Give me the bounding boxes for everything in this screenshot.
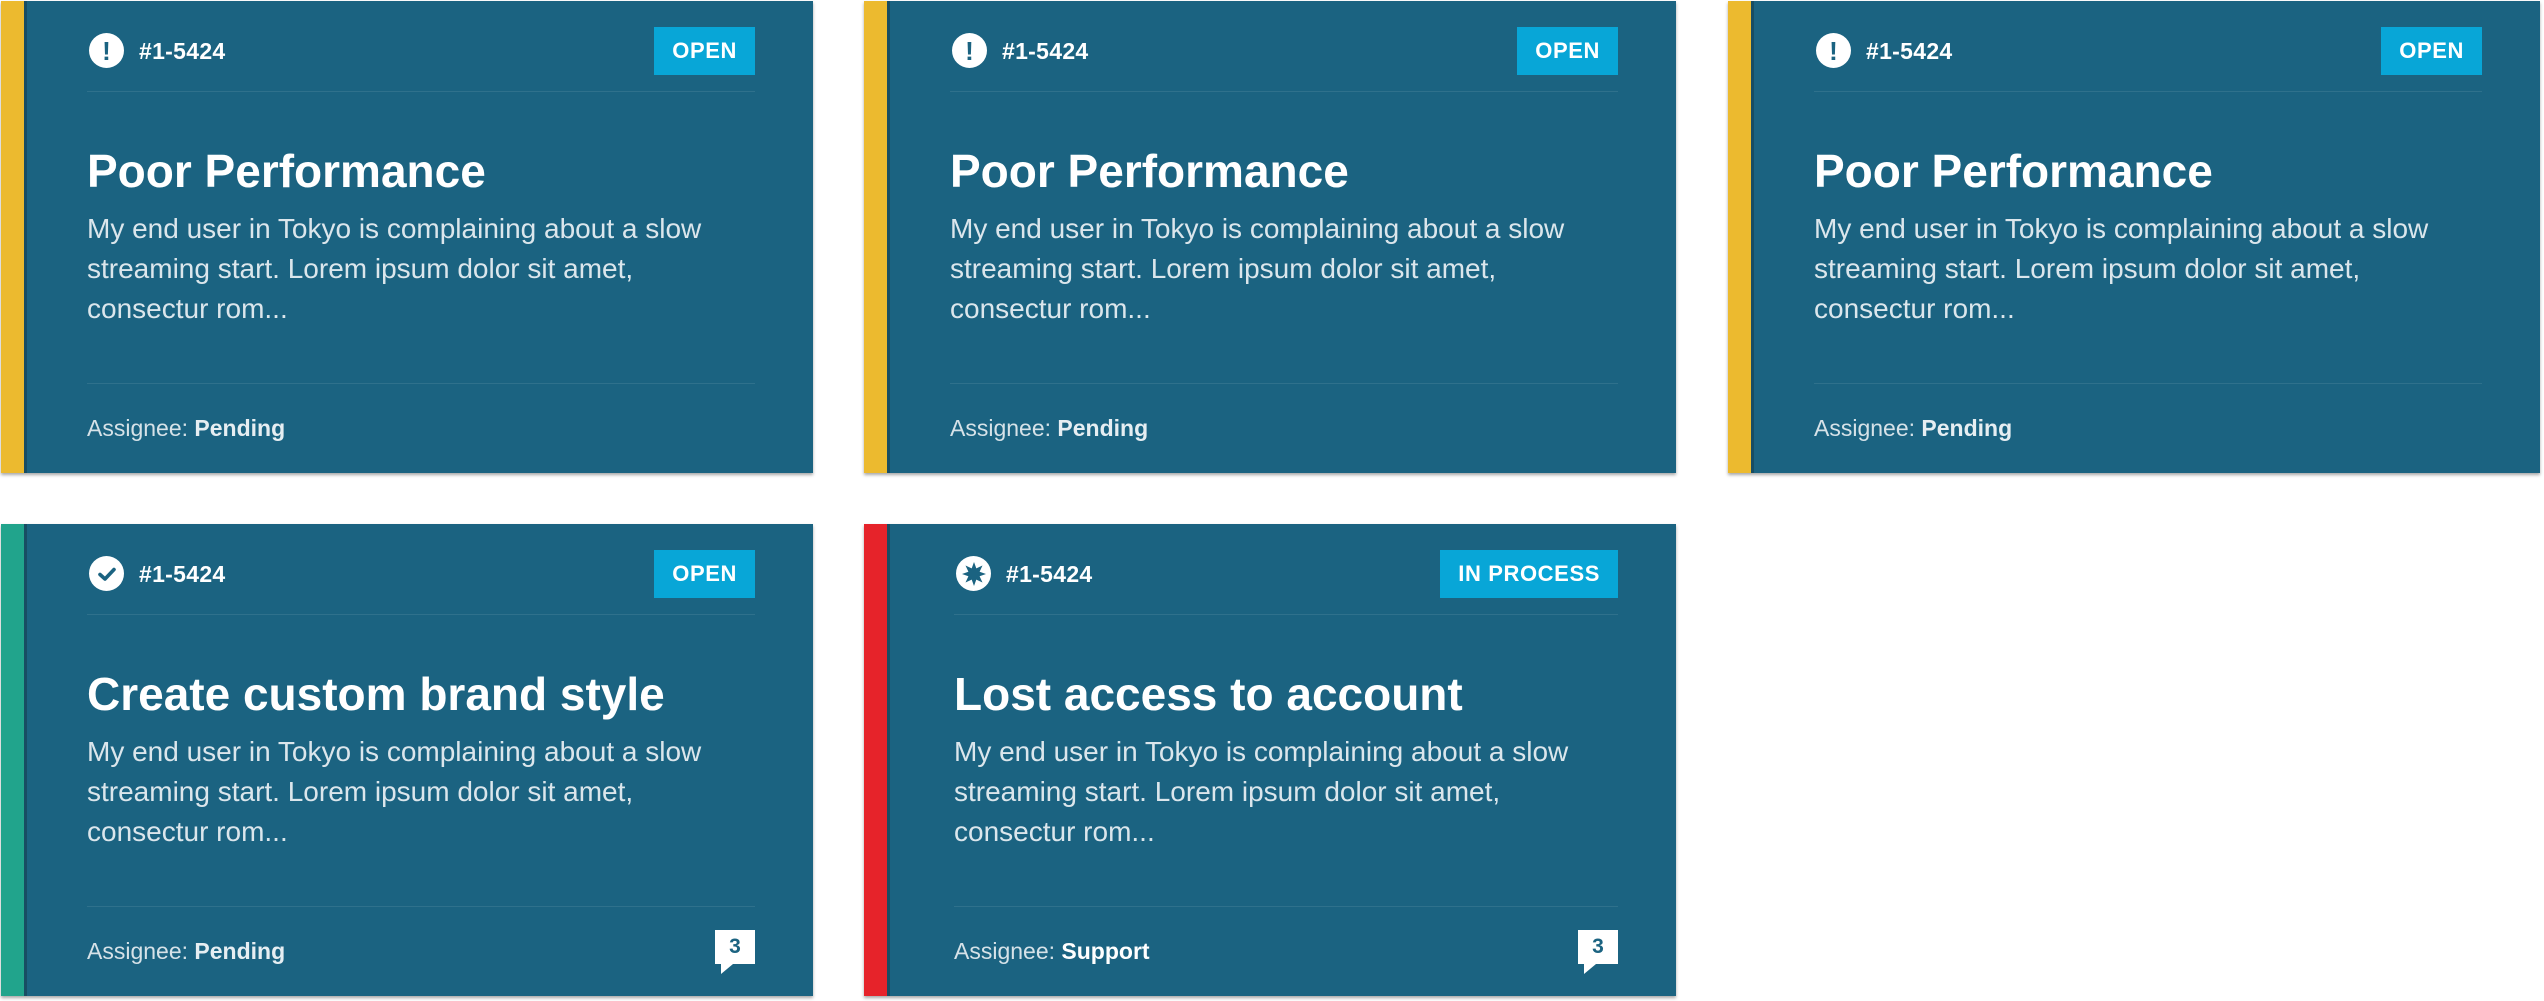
assignee: Assignee: Support [954, 934, 1150, 968]
assignee-value: Support [1061, 938, 1150, 964]
comment-count-icon[interactable]: 3 [715, 930, 755, 974]
priority-stripe-critical [864, 524, 890, 996]
status-badge: OPEN [1517, 27, 1618, 75]
ticket-id: #1-5424 [1866, 38, 1953, 64]
assignee-label: Assignee: [87, 938, 189, 964]
comment-count-icon[interactable]: 3 [1578, 930, 1618, 974]
exclamation-icon: ! [89, 33, 124, 68]
assignee-label: Assignee: [1814, 415, 1916, 441]
ticket-title: Poor Performance [87, 145, 486, 197]
ticket-card[interactable]: #1-5424 OPEN Create custom brand style M… [1, 524, 813, 996]
ticket-description: My end user in Tokyo is complaining abou… [87, 736, 702, 847]
assignee: Assignee: Pending [1814, 411, 2012, 445]
footer-divider [950, 383, 1618, 384]
card-header: ! #1-5424 OPEN [950, 1, 1618, 92]
footer-divider [1814, 383, 2482, 384]
assignee-label: Assignee: [950, 415, 1052, 441]
ticket-title: Lost access to account [954, 668, 1463, 720]
ticket-id: #1-5424 [1002, 38, 1089, 64]
check-icon [89, 556, 124, 591]
assignee-value: Pending [1057, 415, 1149, 441]
card-header: #1-5424 OPEN [87, 524, 755, 615]
exclamation-icon: ! [1816, 33, 1851, 68]
card-header: ! #1-5424 OPEN [1814, 1, 2482, 92]
footer-divider [87, 383, 755, 384]
assignee: Assignee: Pending [87, 934, 285, 968]
ticket-title: Poor Performance [1814, 145, 2213, 197]
ticket-title: Poor Performance [950, 145, 1349, 197]
priority-stripe-success [1, 524, 27, 996]
assignee-label: Assignee: [954, 938, 1056, 964]
footer-divider [954, 906, 1618, 907]
assignee: Assignee: Pending [87, 411, 285, 445]
priority-stripe-warning [864, 1, 890, 473]
priority-stripe-warning [1, 1, 27, 473]
ticket-description: My end user in Tokyo is complaining abou… [950, 213, 1565, 324]
assignee-value: Pending [194, 415, 286, 441]
card-header: #1-5424 IN PROCESS [954, 524, 1618, 615]
ticket-description: My end user in Tokyo is complaining abou… [87, 213, 702, 324]
ticket-title: Create custom brand style [87, 668, 665, 720]
assignee: Assignee: Pending [950, 411, 1148, 445]
assignee-label: Assignee: [87, 415, 189, 441]
ticket-card[interactable]: ! #1-5424 OPEN Poor Performance My end u… [864, 1, 1676, 473]
ticket-id: #1-5424 [139, 561, 226, 587]
card-header: ! #1-5424 OPEN [87, 1, 755, 92]
ticket-id: #1-5424 [139, 38, 226, 64]
footer-divider [87, 906, 755, 907]
status-badge: OPEN [2381, 27, 2482, 75]
ticket-card[interactable]: ! #1-5424 OPEN Poor Performance My end u… [1728, 1, 2540, 473]
burst-icon [956, 556, 991, 591]
status-badge: IN PROCESS [1440, 550, 1618, 598]
assignee-value: Pending [194, 938, 286, 964]
ticket-description: My end user in Tokyo is complaining abou… [1814, 213, 2429, 324]
exclamation-icon: ! [952, 33, 987, 68]
status-badge: OPEN [654, 27, 755, 75]
ticket-id: #1-5424 [1006, 561, 1093, 587]
status-badge: OPEN [654, 550, 755, 598]
assignee-value: Pending [1921, 415, 2013, 441]
ticket-description: My end user in Tokyo is complaining abou… [954, 736, 1569, 847]
ticket-card[interactable]: #1-5424 IN PROCESS Lost access to accoun… [864, 524, 1676, 996]
ticket-card[interactable]: ! #1-5424 OPEN Poor Performance My end u… [1, 1, 813, 473]
priority-stripe-warning [1728, 1, 1754, 473]
